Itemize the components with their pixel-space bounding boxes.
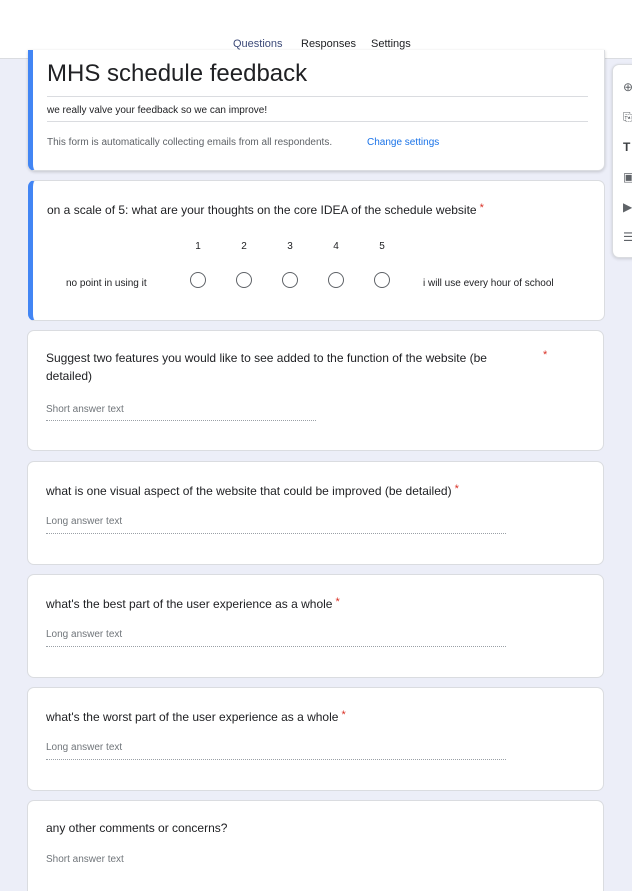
- answer-placeholder: Long answer text: [46, 516, 123, 527]
- question-card-short-answer[interactable]: Suggest two features you would like to s…: [27, 330, 604, 451]
- change-settings-link[interactable]: Change settings: [367, 137, 439, 148]
- answer-underline: [46, 646, 506, 647]
- answer-placeholder: Short answer text: [46, 404, 124, 415]
- question-card-long-answer[interactable]: what is one visual aspect of the website…: [27, 461, 604, 565]
- form-title-card[interactable]: MHS schedule feedback we really valve yo…: [28, 50, 605, 171]
- scale-radio-2[interactable]: [236, 272, 252, 288]
- add-video-icon[interactable]: ▶: [623, 200, 632, 214]
- required-asterisk: *: [335, 596, 340, 608]
- answer-underline: [46, 759, 506, 760]
- answer-placeholder: Long answer text: [46, 742, 123, 753]
- scale-radio-4[interactable]: [328, 272, 344, 288]
- question-card-short-answer[interactable]: any other comments or concerns? Short an…: [27, 800, 604, 891]
- scale-radio-1[interactable]: [190, 272, 206, 288]
- form-description[interactable]: we really valve your feedback so we can …: [47, 105, 267, 116]
- question-text: on a scale of 5: what are your thoughts …: [47, 203, 477, 217]
- scale-number-5: 5: [379, 241, 385, 252]
- answer-placeholder: Long answer text: [46, 629, 123, 640]
- description-divider: [47, 121, 588, 122]
- question-title: what's the best part of the user experie…: [46, 593, 340, 613]
- title-divider: [47, 96, 588, 97]
- question-card-linear-scale[interactable]: on a scale of 5: what are your thoughts …: [28, 180, 605, 321]
- required-asterisk: *: [543, 349, 548, 361]
- import-questions-icon[interactable]: ⎘: [623, 110, 632, 124]
- question-text: what's the worst part of the user experi…: [46, 710, 339, 724]
- question-card-long-answer[interactable]: what's the worst part of the user experi…: [27, 687, 604, 791]
- scale-number-3: 3: [287, 241, 293, 252]
- add-image-icon[interactable]: ▣: [623, 170, 632, 184]
- scale-number-4: 4: [333, 241, 339, 252]
- scale-number-1: 1: [195, 241, 201, 252]
- tab-responses[interactable]: Responses: [301, 38, 356, 50]
- question-text: what is one visual aspect of the website…: [46, 484, 452, 498]
- required-asterisk: *: [454, 483, 459, 495]
- scale-low-label: no point in using it: [66, 278, 147, 289]
- add-question-icon[interactable]: ⊕: [623, 80, 632, 94]
- answer-placeholder: Short answer text: [46, 854, 124, 865]
- add-title-icon[interactable]: T: [623, 140, 632, 154]
- required-asterisk: *: [341, 709, 346, 721]
- question-toolbar: ⊕ ⎘ T ▣ ▶ ☰: [612, 64, 632, 258]
- scale-radio-3[interactable]: [282, 272, 298, 288]
- question-text: Suggest two features you would like to s…: [46, 351, 487, 383]
- question-text: what's the best part of the user experie…: [46, 597, 333, 611]
- question-title: what is one visual aspect of the website…: [46, 480, 459, 500]
- scale-radio-5[interactable]: [374, 272, 390, 288]
- form-title[interactable]: MHS schedule feedback: [47, 60, 307, 88]
- question-card-long-answer[interactable]: what's the best part of the user experie…: [27, 574, 604, 678]
- required-asterisk: *: [479, 202, 484, 214]
- question-text: any other comments or concerns?: [46, 821, 228, 835]
- email-collection-note: This form is automatically collecting em…: [47, 137, 333, 148]
- question-title: on a scale of 5: what are your thoughts …: [47, 199, 484, 219]
- tab-questions[interactable]: Questions: [233, 38, 283, 50]
- tab-settings[interactable]: Settings: [371, 38, 411, 50]
- answer-underline: [46, 420, 316, 421]
- scale-high-label: i will use every hour of school: [423, 278, 554, 289]
- scale-number-2: 2: [241, 241, 247, 252]
- question-title: what's the worst part of the user experi…: [46, 706, 346, 726]
- answer-underline: [46, 533, 506, 534]
- add-section-icon[interactable]: ☰: [623, 230, 632, 244]
